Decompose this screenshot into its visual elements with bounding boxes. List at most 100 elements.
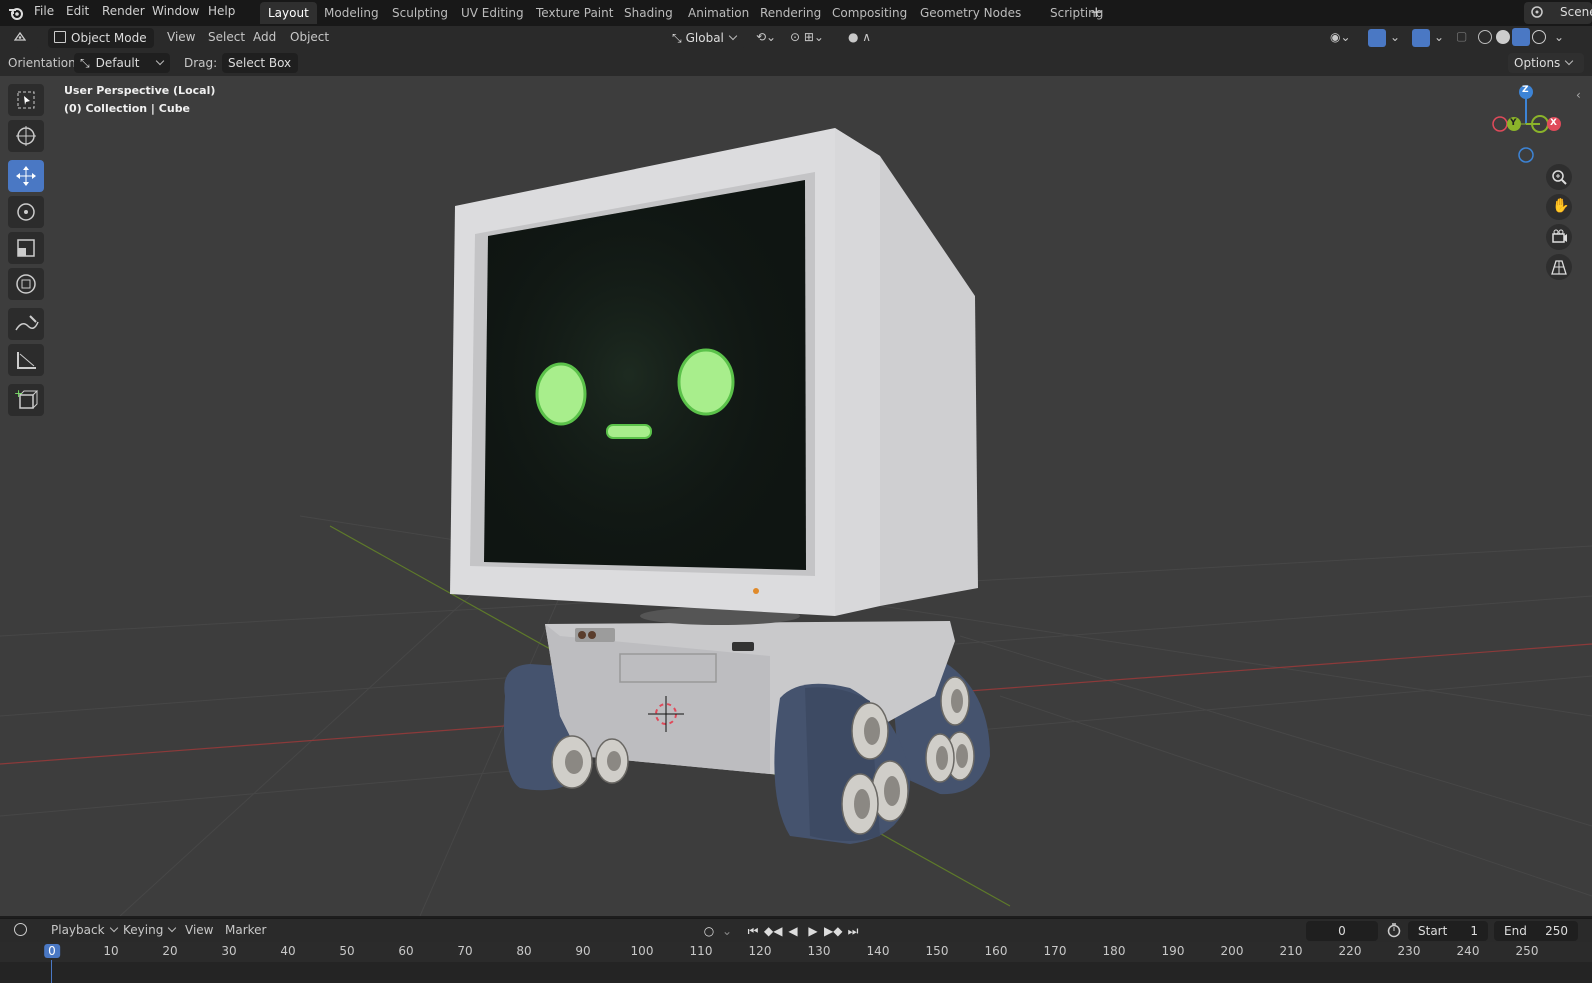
options-button[interactable]: Options — [1508, 53, 1584, 73]
end-frame-field[interactable]: End 250 — [1494, 921, 1578, 941]
tab-uv-editing[interactable]: UV Editing — [453, 2, 532, 24]
proportional-edit-icon[interactable]: ● ∧ — [848, 30, 871, 44]
add-cube-tool[interactable]: + — [8, 384, 44, 416]
rendered-shading-icon[interactable] — [1532, 30, 1546, 44]
tab-shading[interactable]: Shading — [616, 2, 681, 24]
overlay-dropdown-icon[interactable]: ⌄ — [1434, 30, 1444, 44]
drag-selector[interactable]: Select Box — [222, 53, 298, 86]
frame-tick: 90 — [575, 944, 591, 958]
frame-tick: 80 — [516, 944, 532, 958]
frame-tick: 130 — [807, 944, 831, 958]
cursor-icon — [16, 126, 36, 146]
transform-orientation-selector[interactable]: ⤡ Global — [666, 28, 746, 48]
zoom-button[interactable] — [1546, 164, 1572, 190]
frame-tick: 50 — [339, 944, 355, 958]
menu-edit[interactable]: Edit — [66, 4, 89, 18]
rotate-tool[interactable] — [8, 196, 44, 228]
timeline-menu-marker[interactable]: Marker — [225, 923, 266, 937]
tab-sculpting[interactable]: Sculpting — [384, 2, 456, 24]
collection-info: (0) Collection | Cube — [64, 102, 191, 115]
mode-label: Object Mode — [71, 31, 147, 45]
orientation-selector[interactable]: ⤡ Default — [74, 53, 170, 73]
gizmo-toggle-icon[interactable] — [1368, 29, 1386, 47]
frame-tick: 250 — [1515, 944, 1539, 958]
snap-icon[interactable]: ⊙ ⊞⌄ — [790, 30, 824, 44]
gizmo-dropdown-icon[interactable]: ⌄ — [1390, 30, 1400, 44]
menu-render[interactable]: Render — [102, 4, 145, 18]
blender-logo-icon[interactable] — [8, 5, 24, 21]
current-frame-field[interactable]: 0 — [1306, 921, 1378, 941]
menu-file[interactable]: File — [34, 4, 54, 18]
menu-help[interactable]: Help — [208, 4, 235, 18]
mode-selector[interactable]: Object Mode — [48, 28, 154, 61]
gizmo-y-label: Y — [1510, 118, 1517, 128]
tab-modeling[interactable]: Modeling — [316, 2, 387, 24]
robot-monitor — [450, 128, 978, 625]
add-workspace-icon[interactable]: + — [1090, 3, 1103, 21]
next-keyframe-icon[interactable]: ▶◆ — [824, 922, 842, 940]
camera-view-button[interactable] — [1546, 224, 1572, 250]
timeline-menu-keying[interactable]: Keying — [123, 923, 177, 937]
prev-keyframe-icon[interactable]: ◆◀ — [764, 922, 782, 940]
visibility-icon[interactable]: ◉⌄ — [1330, 30, 1351, 44]
shading-dropdown-icon[interactable]: ⌄ — [1554, 30, 1564, 44]
overlay-toggle-icon[interactable] — [1412, 29, 1430, 47]
menu-window[interactable]: Window — [152, 4, 199, 18]
wireframe-shading-icon[interactable] — [1478, 30, 1492, 44]
auto-keying-icon[interactable]: ○ — [700, 922, 718, 940]
stopwatch-icon[interactable] — [1386, 922, 1402, 938]
move-icon — [16, 166, 36, 186]
transform-icon — [16, 274, 36, 294]
timeline-scrubber[interactable]: 0 10 20 30 40 50 60 70 80 90 100 110 120… — [0, 942, 1592, 983]
select-box-tool[interactable] — [8, 84, 44, 116]
cursor-tool[interactable] — [8, 120, 44, 152]
annotate-icon — [15, 315, 39, 331]
material-shading-icon[interactable] — [1512, 28, 1530, 46]
play-icon[interactable]: ▶ — [804, 922, 822, 940]
xray-icon[interactable]: ▢ — [1456, 29, 1467, 43]
navigation-gizmo[interactable]: Z Y X — [1492, 82, 1562, 172]
pan-button[interactable]: ✋ — [1546, 194, 1572, 220]
pivot-point-icon[interactable]: ⟲⌄ — [756, 30, 776, 44]
tab-animation[interactable]: Animation — [680, 2, 757, 24]
start-frame-field[interactable]: Start 1 — [1408, 921, 1488, 941]
frame-tick: 150 — [925, 944, 949, 958]
play-reverse-icon[interactable]: ◀ — [784, 922, 802, 940]
timeline-editor-type[interactable] — [8, 921, 40, 954]
timeline-menu-playback[interactable]: Playback — [51, 923, 118, 937]
3d-viewport[interactable]: User Perspective (Local) (0) Collection … — [0, 76, 1592, 916]
frame-tick: 190 — [1161, 944, 1185, 958]
playhead-frame-label[interactable]: 0 — [44, 944, 60, 958]
ortho-toggle-button[interactable] — [1546, 254, 1572, 280]
header-menu-select[interactable]: Select — [208, 30, 245, 44]
hand-icon: ✋ — [1552, 198, 1570, 214]
zoom-icon — [1552, 170, 1567, 185]
scale-tool[interactable] — [8, 232, 44, 264]
jump-end-icon[interactable]: ⏭ — [844, 922, 862, 940]
annotate-tool[interactable] — [8, 308, 44, 340]
header-menu-add[interactable]: Add — [253, 30, 276, 44]
tab-rendering[interactable]: Rendering — [752, 2, 829, 24]
tab-compositing[interactable]: Compositing — [824, 2, 915, 24]
scene-selector[interactable]: Scene — [1524, 2, 1592, 24]
jump-start-icon[interactable]: ⏮ — [744, 922, 762, 940]
solid-shading-icon[interactable] — [1496, 30, 1510, 44]
tab-geometry-nodes[interactable]: Geometry Nodes — [912, 2, 1029, 24]
tool-settings-bar: Orientation: ⤡ Default Drag: Select Box O… — [0, 50, 1592, 86]
transform-orientation-label: Global — [685, 31, 724, 45]
drag-value: Select Box — [228, 56, 292, 70]
transform-tool[interactable] — [8, 268, 44, 300]
measure-tool[interactable] — [8, 344, 44, 376]
timeline-menu-view[interactable]: View — [185, 923, 213, 937]
scene-icon — [1530, 5, 1544, 19]
auto-keying-dropdown-icon[interactable]: ⌄ — [718, 922, 736, 940]
header-menu-view[interactable]: View — [167, 30, 195, 44]
sidebar-toggle-icon[interactable]: ‹ — [1576, 88, 1581, 102]
move-tool[interactable] — [8, 160, 44, 192]
tab-texture-paint[interactable]: Texture Paint — [528, 2, 621, 24]
header-menu-object[interactable]: Object — [290, 30, 329, 44]
tab-layout[interactable]: Layout — [260, 2, 317, 24]
top-bar: File Edit Render Window Help Layout Mode… — [0, 0, 1592, 26]
timeline-track-area[interactable] — [0, 962, 1592, 983]
editor-type-selector[interactable] — [8, 28, 40, 61]
